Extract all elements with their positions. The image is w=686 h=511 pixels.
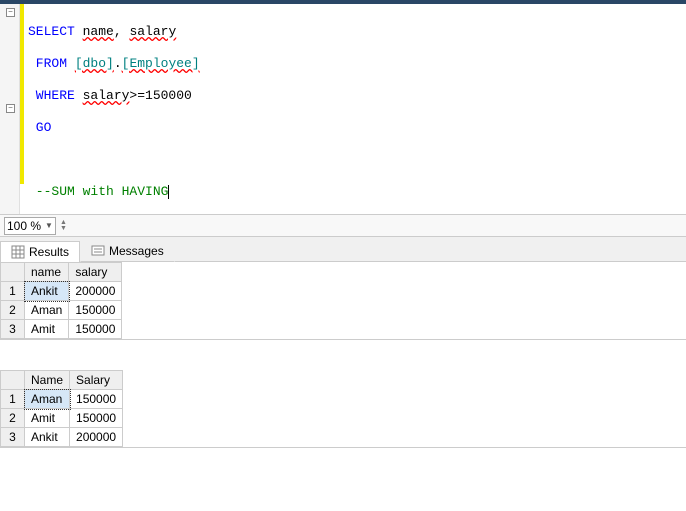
col-header-name[interactable]: Name [25,371,70,390]
zoom-stepper[interactable]: ▲ ▼ [60,220,70,232]
cell-salary[interactable]: 150000 [69,301,122,320]
results-pane: name salary 1 Ankit 200000 2 Aman 150000… [0,262,686,510]
row-number: 2 [1,409,25,428]
collapse-icon[interactable]: − [6,104,15,113]
cell-name[interactable]: Aman [25,301,69,320]
cell-salary[interactable]: 150000 [70,409,123,428]
table-row[interactable]: 3 Amit 150000 [1,320,122,339]
chevron-down-icon: ▼ [45,221,53,230]
cell-name[interactable]: Aman [25,390,70,409]
col-name: name [83,24,114,39]
row-number: 2 [1,301,25,320]
col-header-salary[interactable]: Salary [70,371,123,390]
row-number: 1 [1,390,25,409]
cell-salary[interactable]: 200000 [69,282,122,301]
collapse-icon[interactable]: − [6,8,15,17]
comment-line: --SUM with HAVING [28,184,168,199]
schema-dbo: [dbo] [75,56,114,71]
col-salary: salary [83,88,130,103]
col-header-salary[interactable]: salary [69,263,122,282]
header-row: Name Salary [1,371,123,390]
table-row[interactable]: 1 Aman 150000 [1,390,123,409]
table-row[interactable]: 2 Amit 150000 [1,409,123,428]
kw-from: FROM [28,56,75,71]
col-header-name[interactable]: name [25,263,69,282]
tab-results[interactable]: Results [0,241,80,262]
cell-salary[interactable]: 150000 [69,320,122,339]
cell-salary[interactable]: 200000 [70,428,123,447]
kw-select: SELECT [28,24,83,39]
grid-gap [0,340,686,370]
zoom-value: 100 % [7,219,41,233]
grid-icon [11,245,25,259]
tab-label: Results [29,245,69,259]
table-employee: [Employee] [122,56,200,71]
table-row[interactable]: 3 Ankit 200000 [1,428,123,447]
cell-salary[interactable]: 150000 [70,390,123,409]
code-block[interactable]: SELECT name, salary FROM [dbo].[Employee… [20,4,686,214]
table-row[interactable]: 1 Ankit 200000 [1,282,122,301]
result-grid-2[interactable]: Name Salary 1 Aman 150000 2 Amit 150000 … [0,370,686,448]
cell-name[interactable]: Amit [25,320,69,339]
cell-name[interactable]: Ankit [25,428,70,447]
header-row: name salary [1,263,122,282]
zoom-bar: 100 % ▼ ▲ ▼ [0,214,686,236]
result-grid-1[interactable]: name salary 1 Ankit 200000 2 Aman 150000… [0,262,686,340]
sql-editor[interactable]: − − SELECT name, salary FROM [dbo].[Empl… [0,4,686,214]
row-number: 3 [1,428,25,447]
results-tabs: Results Messages [0,236,686,262]
table-row[interactable]: 2 Aman 150000 [1,301,122,320]
col-salary: salary [129,24,176,39]
kw-where: WHERE [28,88,83,103]
chevron-down-icon: ▼ [60,226,70,232]
grid-corner [1,371,25,390]
grid-corner [1,263,25,282]
cell-name[interactable]: Amit [25,409,70,428]
tab-label: Messages [109,244,164,258]
kw-go: GO [28,120,51,135]
messages-icon [91,244,105,258]
tab-messages[interactable]: Messages [80,240,175,262]
row-number: 3 [1,320,25,339]
editor-gutter: − − [0,4,20,214]
zoom-dropdown[interactable]: 100 % ▼ [4,217,56,235]
text-cursor [168,185,169,199]
row-number: 1 [1,282,25,301]
cell-name[interactable]: Ankit [25,282,69,301]
